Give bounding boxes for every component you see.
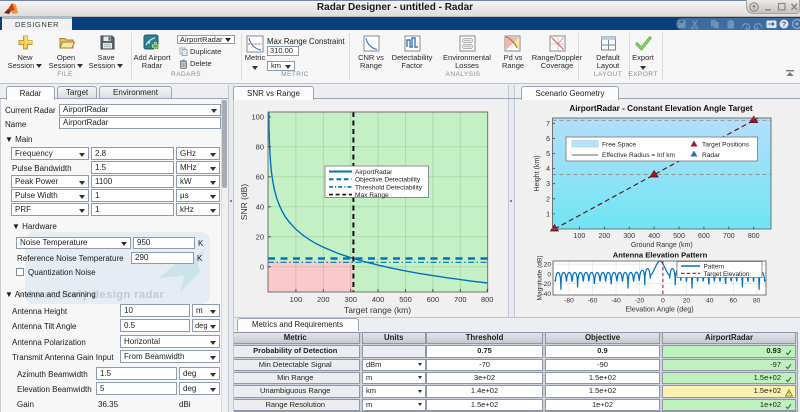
svg-text:600: 600 <box>427 295 440 304</box>
svg-text:Magnitude (dB): Magnitude (dB) <box>537 255 544 300</box>
svg-text:Free Space: Free Space <box>602 141 636 148</box>
svg-text:100: 100 <box>290 295 303 304</box>
svg-text:Target range (km): Target range (km) <box>344 305 411 315</box>
svg-text:0: 0 <box>661 298 665 305</box>
svg-text:800: 800 <box>481 295 494 304</box>
svg-text:0: 0 <box>260 263 264 272</box>
svg-text:Target Elevation: Target Elevation <box>704 271 750 278</box>
svg-text:3: 3 <box>546 181 550 188</box>
svg-text:40: 40 <box>706 298 714 305</box>
svg-text:Antenna Elevation Pattern: Antenna Elevation Pattern <box>613 251 708 260</box>
svg-text:7: 7 <box>546 121 550 128</box>
svg-text:600: 600 <box>698 233 710 240</box>
svg-text:400: 400 <box>648 233 660 240</box>
svg-text:-80: -80 <box>564 298 574 305</box>
svg-text:6: 6 <box>546 136 550 143</box>
svg-text:20: 20 <box>544 262 552 269</box>
svg-text:Threshold Detectability: Threshold Detectability <box>355 184 423 191</box>
svg-text:Target Positions: Target Positions <box>702 141 750 148</box>
svg-text:Objective Detectability: Objective Detectability <box>355 177 421 184</box>
svg-text:200: 200 <box>317 295 330 304</box>
svg-text:AirportRadar: AirportRadar <box>355 169 393 176</box>
svg-text:2: 2 <box>546 196 550 203</box>
svg-text:500: 500 <box>673 233 685 240</box>
svg-text:60: 60 <box>256 173 264 182</box>
svg-text:300: 300 <box>344 295 357 304</box>
svg-text:100: 100 <box>251 113 264 122</box>
svg-text:400: 400 <box>372 295 385 304</box>
svg-text:-20: -20 <box>635 298 645 305</box>
svg-text:Radar: Radar <box>702 152 721 159</box>
svg-text:60: 60 <box>730 298 738 305</box>
svg-text:Elevation Angle (deg): Elevation Angle (deg) <box>625 305 693 314</box>
svg-text:80: 80 <box>256 143 264 152</box>
svg-text:Pattern: Pattern <box>704 264 725 271</box>
svg-text:-60: -60 <box>588 298 598 305</box>
svg-text:100: 100 <box>574 233 586 240</box>
svg-text:500: 500 <box>399 295 412 304</box>
svg-text:0: 0 <box>547 271 551 278</box>
svg-text:300: 300 <box>623 233 635 240</box>
svg-text:4: 4 <box>546 166 550 173</box>
svg-text:Height (km): Height (km) <box>534 155 541 191</box>
svg-text:40: 40 <box>256 203 264 212</box>
svg-text:800: 800 <box>748 233 760 240</box>
svg-text:AirportRadar - Constant Elevat: AirportRadar - Constant Elevation Angle … <box>569 104 753 113</box>
svg-text:20: 20 <box>683 298 691 305</box>
svg-text:Max Range: Max Range <box>355 192 389 199</box>
svg-text:1: 1 <box>546 211 550 218</box>
svg-text:700: 700 <box>454 295 467 304</box>
svg-text:?: ? <box>782 20 787 29</box>
svg-text:700: 700 <box>723 233 735 240</box>
svg-text:200: 200 <box>598 233 610 240</box>
svg-text:80: 80 <box>753 298 761 305</box>
svg-text:Effective Radius = Inf km: Effective Radius = Inf km <box>602 152 675 159</box>
svg-text:20: 20 <box>256 233 264 242</box>
svg-text:-40: -40 <box>611 298 621 305</box>
svg-text:SNR (dB): SNR (dB) <box>239 184 249 221</box>
svg-text:Ground Range (km): Ground Range (km) <box>631 242 693 249</box>
svg-text:5: 5 <box>546 151 550 158</box>
